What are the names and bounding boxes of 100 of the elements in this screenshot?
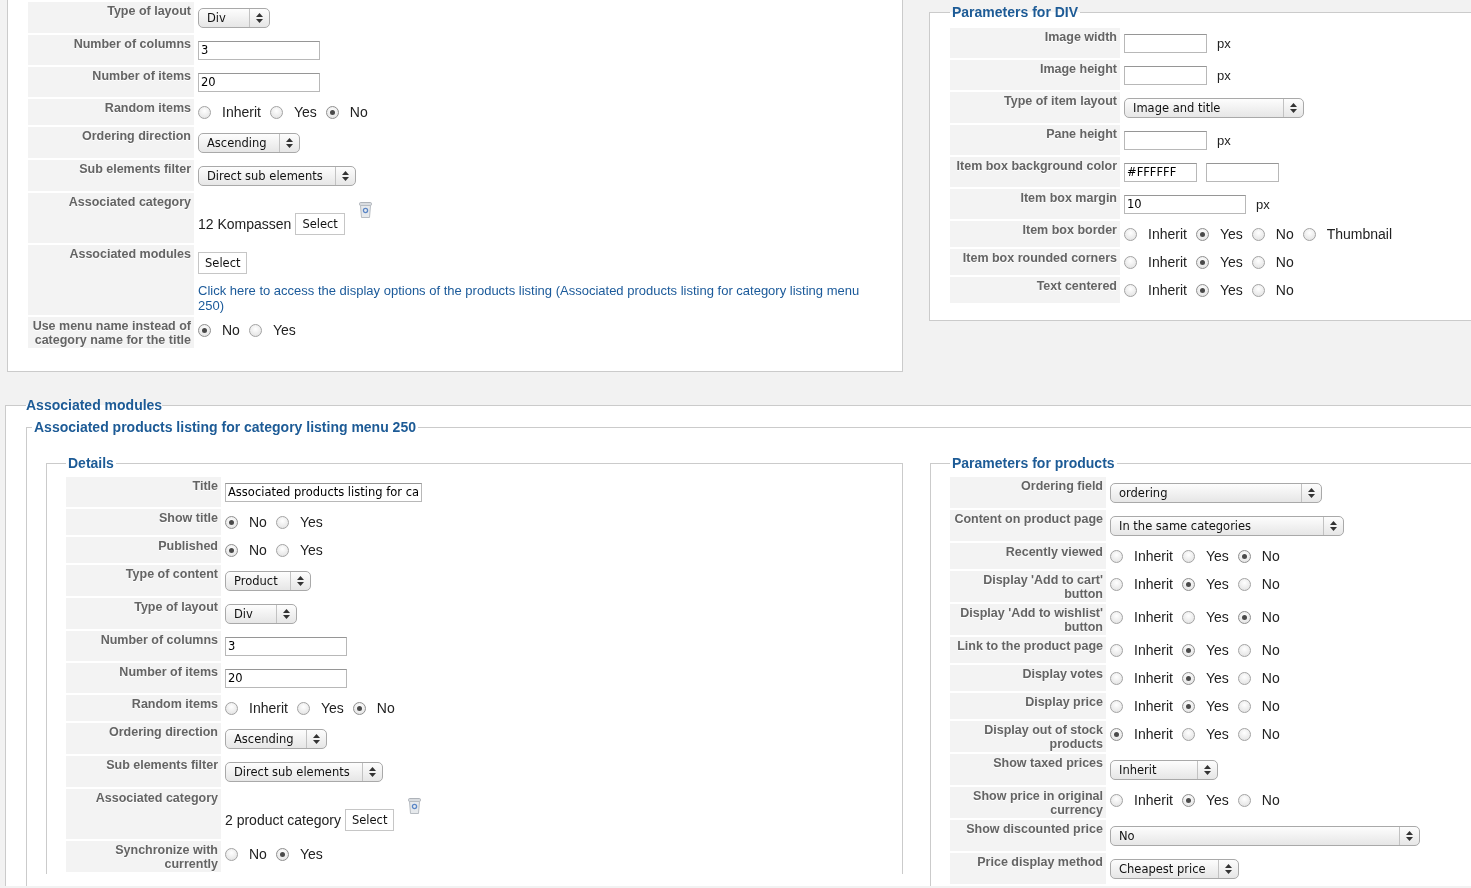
- radio-button[interactable]: [1237, 794, 1251, 807]
- radio-button[interactable]: [1302, 228, 1316, 241]
- select-button[interactable]: Select: [344, 809, 395, 831]
- option-label: No: [1275, 282, 1294, 299]
- select-dropdown[interactable]: Ascending: [225, 729, 327, 749]
- option-label: Yes: [1205, 726, 1229, 743]
- option-label: Inherit: [1134, 792, 1173, 809]
- radio-button[interactable]: [1237, 728, 1251, 741]
- text-field[interactable]: 10: [1124, 195, 1246, 214]
- text-field[interactable]: 20: [225, 669, 347, 688]
- radio-button[interactable]: [352, 702, 366, 715]
- select-button[interactable]: Select: [198, 252, 248, 274]
- radio-button[interactable]: [1181, 644, 1195, 657]
- option-label: Yes: [293, 104, 317, 121]
- select-dropdown[interactable]: Direct sub elements: [225, 762, 383, 782]
- radio-button[interactable]: [1195, 228, 1209, 241]
- select-button[interactable]: Select: [295, 213, 345, 235]
- radio-button[interactable]: [1124, 284, 1137, 297]
- option-label: Yes: [1205, 576, 1229, 593]
- up-down-arrows-icon: [1330, 521, 1337, 531]
- color-field[interactable]: #FFFFFF: [1124, 163, 1197, 182]
- radio-button[interactable]: [1181, 550, 1195, 563]
- radio-button[interactable]: [1110, 728, 1123, 741]
- select-dropdown[interactable]: Div: [198, 8, 270, 28]
- radio-button[interactable]: [1181, 578, 1195, 591]
- field-label: Type of layout: [66, 598, 221, 629]
- display-options-link[interactable]: Click here to access the display options of the products listing (Associated products listing for category listing menu 250): [198, 283, 883, 313]
- select-dropdown[interactable]: Div: [225, 604, 297, 624]
- radio-button[interactable]: [1110, 794, 1123, 807]
- radio-button[interactable]: [1124, 228, 1137, 241]
- select-dropdown[interactable]: Image and title: [1124, 98, 1304, 118]
- text-field[interactable]: Associated products listing for ca: [225, 483, 423, 502]
- radio-button[interactable]: [198, 106, 211, 119]
- radio-button[interactable]: [225, 848, 238, 861]
- color-preview-field[interactable]: [1206, 163, 1279, 182]
- radio-button[interactable]: [1181, 728, 1195, 741]
- radio-button[interactable]: [248, 324, 262, 337]
- radio-button[interactable]: [1237, 644, 1251, 657]
- option-label: No: [249, 846, 267, 863]
- radio-button[interactable]: [269, 106, 283, 119]
- category-name: 2 product category: [225, 812, 341, 828]
- radio-button[interactable]: [1237, 700, 1251, 713]
- option-label: Inherit: [1134, 576, 1173, 593]
- radio-button[interactable]: [225, 544, 238, 557]
- option-label: No: [1261, 576, 1280, 593]
- radio-button[interactable]: [1110, 611, 1123, 624]
- radio-button[interactable]: [1110, 550, 1123, 563]
- option-label: Inherit: [1134, 670, 1173, 687]
- select-dropdown[interactable]: No: [1110, 826, 1420, 846]
- trash-icon[interactable]: [408, 798, 422, 814]
- select-dropdown[interactable]: Product: [225, 571, 311, 591]
- trash-icon[interactable]: [358, 202, 372, 218]
- radio-button[interactable]: [225, 702, 238, 715]
- field-label: Display price: [950, 693, 1106, 719]
- radio-button[interactable]: [1181, 794, 1195, 807]
- field-label: Ordering field: [950, 477, 1106, 508]
- text-field[interactable]: 20: [198, 73, 320, 92]
- select-dropdown[interactable]: Ascending: [198, 133, 300, 153]
- radio-button[interactable]: [296, 702, 310, 715]
- radio-button[interactable]: [1237, 578, 1251, 591]
- radio-button[interactable]: [1110, 700, 1123, 713]
- text-field[interactable]: 3: [225, 637, 347, 656]
- radio-button[interactable]: [275, 848, 289, 861]
- radio-button[interactable]: [275, 516, 289, 529]
- radio-button[interactable]: [1237, 672, 1251, 685]
- select-dropdown[interactable]: Cheapest price: [1110, 859, 1239, 879]
- text-field[interactable]: [1124, 66, 1207, 85]
- radio-button[interactable]: [198, 324, 211, 337]
- radio-button[interactable]: [1181, 700, 1195, 713]
- option-label: No: [1261, 670, 1280, 687]
- radio-button[interactable]: [1237, 550, 1251, 563]
- field-label: Recently viewed: [950, 543, 1106, 569]
- select-dropdown[interactable]: Inherit: [1110, 760, 1218, 780]
- radio-button[interactable]: [1251, 256, 1265, 269]
- field-label: Number of columns: [66, 631, 221, 661]
- radio-button[interactable]: [275, 544, 289, 557]
- text-field[interactable]: 3: [198, 41, 320, 60]
- radio-button[interactable]: [325, 106, 339, 119]
- field-label: Random items: [66, 695, 221, 721]
- radio-button[interactable]: [1110, 672, 1123, 685]
- field-label: Type of layout: [28, 2, 194, 33]
- radio-button[interactable]: [1195, 256, 1209, 269]
- radio-button[interactable]: [1237, 611, 1251, 624]
- radio-button[interactable]: [1181, 672, 1195, 685]
- radio-button[interactable]: [225, 516, 238, 529]
- unit-label: px: [1217, 68, 1231, 83]
- select-dropdown[interactable]: ordering: [1110, 483, 1322, 503]
- radio-button[interactable]: [1251, 228, 1265, 241]
- option-label: Yes: [1205, 548, 1229, 565]
- radio-button[interactable]: [1251, 284, 1265, 297]
- radio-button[interactable]: [1181, 611, 1195, 624]
- radio-button[interactable]: [1110, 644, 1123, 657]
- category-name: 12 Kompassen: [198, 216, 292, 232]
- radio-button[interactable]: [1110, 578, 1123, 591]
- select-dropdown[interactable]: In the same categories: [1110, 516, 1344, 536]
- text-field[interactable]: [1124, 34, 1207, 53]
- select-dropdown[interactable]: Direct sub elements: [198, 166, 356, 186]
- text-field[interactable]: [1124, 131, 1207, 150]
- radio-button[interactable]: [1124, 256, 1137, 269]
- radio-button[interactable]: [1195, 284, 1209, 297]
